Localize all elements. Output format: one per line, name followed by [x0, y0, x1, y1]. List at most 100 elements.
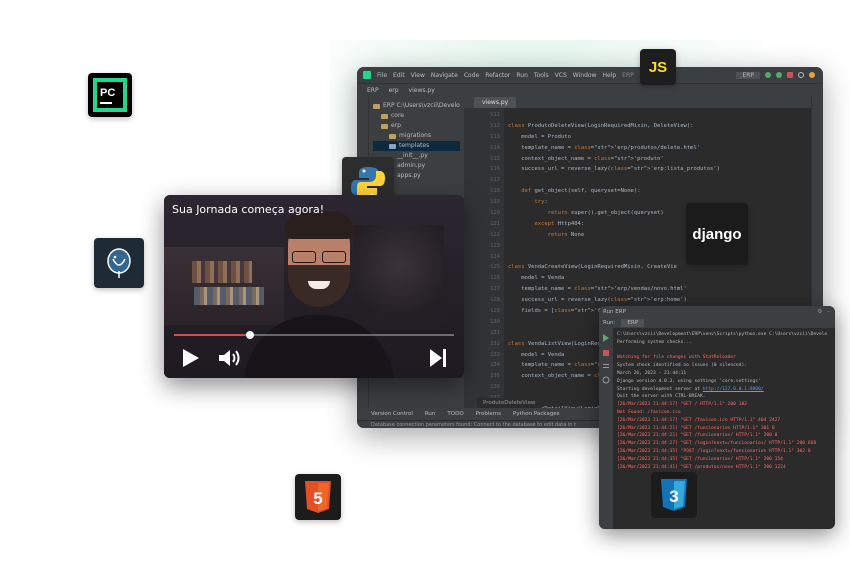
skip-next-icon[interactable]: [429, 348, 447, 372]
pycharm-logo-icon: [363, 71, 371, 79]
tab-python-packages[interactable]: Python Packages: [513, 411, 559, 417]
code-line: class ProdutoDeleteView(LoginRequiredMix…: [508, 122, 694, 129]
editor-tabs: views.py: [464, 97, 811, 108]
line-number: 128: [490, 297, 500, 304]
video-progress-knob[interactable]: [245, 331, 254, 339]
console-line: Django version 4.0.3, using settings 'co…: [617, 378, 761, 384]
console-run-label: Run:: [603, 320, 616, 326]
line-number: 112: [490, 122, 500, 129]
run-console-window: Run ERP ⚙ – Run: ERP C:\Users\vzcii\Deve…: [599, 306, 835, 529]
menu-view[interactable]: View: [411, 72, 425, 79]
tree-item-erp[interactable]: erp: [373, 121, 460, 131]
nav-project[interactable]: ERP: [367, 87, 379, 94]
svg-text:PC: PC: [100, 87, 115, 99]
ide-menubar: File Edit View Navigate Code Refactor Ru…: [357, 67, 823, 83]
settings-icon[interactable]: [809, 72, 815, 78]
console-line: Starting development server at http://12…: [617, 386, 764, 392]
menu-run[interactable]: Run: [516, 72, 528, 79]
console-output[interactable]: C:\Users\vzcii\Development\ERP\venv\Scri…: [613, 328, 835, 529]
editor-tab-views[interactable]: views.py: [474, 97, 517, 108]
presenter-glasses: [292, 251, 348, 263]
console-line: Not Found: /favicon.ico: [617, 409, 681, 415]
console-line: C:\Users\vzcii\Development\ERP\venv\Scri…: [617, 332, 828, 337]
tree-item-root[interactable]: ERP C:\Users\vzcii\Develo: [373, 101, 460, 111]
console-line: Watching for file changes with StatReloa…: [617, 355, 736, 361]
settings-icon[interactable]: ⚙: [817, 309, 822, 315]
console-line: [26/Mar/2023 21:44:21] "GET /funcionario…: [617, 425, 775, 431]
line-number: 114: [490, 144, 500, 151]
tree-item-core[interactable]: core: [373, 111, 460, 121]
tab-problems[interactable]: Problems: [476, 411, 501, 417]
console-line: Quit the server with CTRL-BREAK.: [617, 394, 706, 400]
minimize-icon[interactable]: –: [827, 309, 830, 315]
code-line: class VendaCreateView(LoginRequiredMixin…: [508, 264, 677, 271]
tab-version-control[interactable]: Version Control: [371, 411, 413, 417]
video-books: [194, 287, 264, 305]
menu-navigate[interactable]: Navigate: [431, 72, 458, 79]
code-line: template_name = class="str">'erp/vendas/…: [508, 286, 687, 293]
run-icon[interactable]: [765, 72, 771, 78]
folder-icon: [389, 133, 396, 139]
menu-window[interactable]: Window: [573, 72, 597, 79]
console-tab-erp[interactable]: ERP: [621, 319, 645, 327]
video-title: Sua Jornada começa agora!: [172, 203, 325, 216]
video-progress-bar[interactable]: [174, 331, 454, 339]
nav-file[interactable]: views.py: [409, 87, 435, 94]
nav-folder[interactable]: erp: [389, 87, 399, 94]
menu-code[interactable]: Code: [464, 72, 479, 79]
stop-icon[interactable]: [787, 72, 793, 78]
video-player[interactable]: Sua Jornada começa agora!: [164, 195, 464, 378]
code-line: return None: [547, 231, 585, 238]
line-number: 115: [490, 155, 500, 162]
tab-run[interactable]: Run: [425, 411, 436, 417]
line-number: 121: [490, 220, 500, 227]
folder-icon: [389, 143, 396, 149]
console-line: [26/Mar/2023 21:44:35] "GET /funcionario…: [617, 456, 783, 462]
menu-help[interactable]: Help: [602, 72, 616, 79]
django-icon: django: [686, 203, 748, 265]
menu-tools[interactable]: Tools: [534, 72, 549, 79]
menu-vcs[interactable]: VCS: [555, 72, 567, 79]
console-line: [26/Mar/2023 21:44:17] "GET /favicon.ico…: [617, 417, 781, 423]
django-label: django: [692, 225, 742, 243]
debug-icon[interactable]: [776, 72, 782, 78]
menu-file[interactable]: File: [377, 72, 387, 79]
line-number: 135: [490, 373, 500, 380]
console-title: Run ERP: [603, 309, 626, 315]
tree-item-templates[interactable]: templates: [373, 141, 460, 151]
folder-icon: [373, 103, 380, 109]
css3-icon: 3: [651, 472, 697, 518]
tab-todo[interactable]: TODO: [447, 411, 463, 417]
search-icon[interactable]: [798, 72, 804, 78]
menu-refactor[interactable]: Refactor: [485, 72, 510, 79]
line-number: 132: [490, 340, 500, 347]
code-line: def get_object(self, queryset=None):: [521, 188, 641, 195]
run-config-select[interactable]: ERP: [736, 71, 760, 79]
code-line: return super().get_object(queryset): [547, 210, 664, 217]
console-tool-strip[interactable]: [599, 328, 613, 529]
play-icon[interactable]: [182, 348, 200, 372]
menu-edit[interactable]: Edit: [393, 72, 405, 79]
volume-icon[interactable]: [218, 348, 242, 372]
console-line: [26/Mar/2023 21:44:35] "POST /login?next…: [617, 448, 811, 454]
console-line: Performing system checks...: [617, 339, 692, 345]
line-number: 118: [490, 188, 500, 195]
code-line: except Http404:: [534, 220, 585, 227]
line-number: 120: [490, 210, 500, 217]
line-number: 122: [490, 231, 500, 238]
line-number: 134: [490, 362, 500, 369]
console-line: [26/Mar/2023 21:44:21] "GET /funcionario…: [617, 433, 778, 439]
line-number: 119: [490, 199, 500, 206]
line-number: 136: [490, 384, 500, 391]
server-url-link[interactable]: http://127.0.0.1:8000/: [703, 387, 764, 392]
console-line: [26/Mar/2023 21:44:41] "GET /produtos/no…: [617, 464, 786, 470]
breadcrumb[interactable]: ProdutoDeleteView: [477, 398, 542, 408]
video-background-object: [354, 225, 444, 325]
svg-text:5: 5: [313, 489, 322, 508]
tree-item-migrations[interactable]: migrations: [373, 131, 460, 141]
